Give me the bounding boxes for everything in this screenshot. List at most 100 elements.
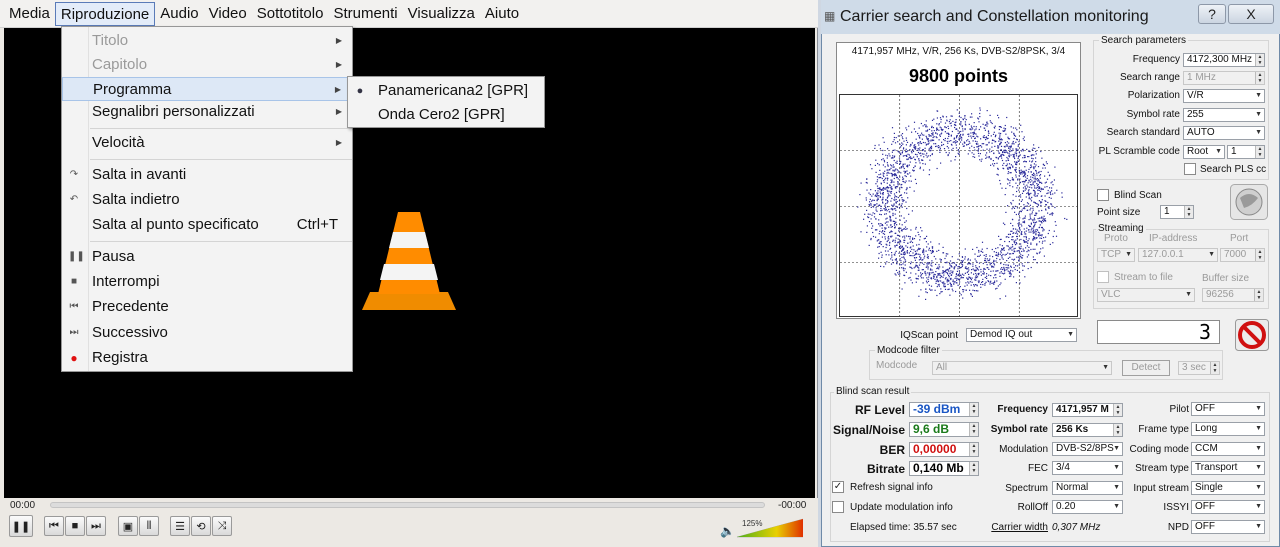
chevron-down-icon: ▼	[1125, 251, 1132, 258]
rolloff-label: RollOff	[1017, 502, 1048, 513]
frequency-input[interactable]: 4172,300 MHz ▲ ▼	[1183, 53, 1265, 67]
menu-item-segnalibri[interactable]: Segnalibri personalizzati ▶	[62, 100, 352, 124]
counter-display: 3	[1097, 320, 1220, 344]
issyi-select[interactable]: OFF ▼	[1191, 500, 1265, 514]
menu-sottotitolo[interactable]: Sottotitolo	[252, 2, 329, 26]
detect-seconds-input[interactable]: 3 sec ▲ ▼	[1178, 361, 1220, 375]
coding-mode-label: Coding mode	[1129, 444, 1189, 455]
frequency-label: Frequency	[1132, 54, 1180, 65]
refresh-signal-checkbox[interactable]: ✓	[832, 481, 844, 493]
jump-back-icon: ↶	[69, 194, 79, 205]
search-standard-select[interactable]: AUTO ▼	[1183, 126, 1265, 140]
buffer-size-label: Buffer size	[1202, 273, 1250, 284]
menu-item-registra[interactable]: ● Registra	[62, 346, 352, 370]
menu-item-programma[interactable]: Programma ▶	[62, 77, 352, 101]
vlc-select[interactable]: VLC ▼	[1097, 288, 1195, 302]
playlist-button[interactable]: ☰	[170, 516, 190, 536]
help-button[interactable]: ?	[1198, 4, 1226, 24]
update-modulation-checkbox[interactable]	[832, 501, 844, 513]
constellation-plot	[839, 94, 1078, 317]
previous-button[interactable]: ⏮	[44, 516, 64, 536]
menu-item-interrompi[interactable]: ■ Interrompi	[62, 270, 352, 294]
polarization-select[interactable]: V/R ▼	[1183, 89, 1265, 103]
extended-settings-button[interactable]: ⫴	[139, 516, 159, 536]
modcode-label: Modcode	[876, 360, 918, 371]
stop-scan-icon[interactable]	[1235, 319, 1269, 351]
modcode-select[interactable]: All ▼	[932, 361, 1112, 375]
seek-slider[interactable]	[50, 502, 765, 508]
stop-button[interactable]: ■	[65, 516, 85, 536]
stream-to-file-checkbox[interactable]	[1097, 271, 1109, 283]
chevron-down-icon: ▼	[1113, 445, 1120, 452]
input-stream-select[interactable]: Single ▼	[1191, 481, 1265, 495]
buffer-size-input[interactable]: 96256 ▲ ▼	[1202, 288, 1264, 302]
detect-button[interactable]: Detect	[1122, 360, 1170, 376]
chevron-down-icon: ▼	[1255, 92, 1262, 99]
pause-button[interactable]: ❚❚	[9, 515, 33, 537]
speaker-icon[interactable]: 🔈	[720, 524, 735, 538]
menu-audio[interactable]: Audio	[155, 2, 203, 26]
blind-scan-checkbox[interactable]	[1097, 189, 1109, 201]
pl-scramble-value[interactable]: 1 ▲ ▼	[1227, 145, 1265, 159]
iqscan-point-select[interactable]: Demod IQ out ▼	[966, 328, 1077, 342]
shuffle-button[interactable]: ⤨	[212, 516, 232, 536]
menu-item-capitolo[interactable]: Capitolo ▶	[62, 53, 352, 77]
next-icon: ⏭	[91, 519, 101, 532]
modulation-label: Modulation	[999, 444, 1048, 455]
previous-icon: ⏮	[49, 519, 59, 532]
search-standard-label: Search standard	[1106, 127, 1180, 138]
stream-type-select[interactable]: Transport ▼	[1191, 461, 1265, 475]
menu-aiuto[interactable]: Aiuto	[480, 2, 524, 26]
issyi-label: ISSYI	[1163, 502, 1189, 513]
update-modulation-label: Update modulation info	[850, 502, 953, 513]
search-pls-checkbox[interactable]	[1184, 163, 1196, 175]
pause-icon: ❚❚	[68, 251, 85, 262]
symbol-rate-select[interactable]: 255 ▼	[1183, 108, 1265, 122]
menu-video[interactable]: Video	[204, 2, 252, 26]
fullscreen-button[interactable]: ▣	[118, 516, 138, 536]
chevron-down-icon: ▼	[1255, 111, 1262, 118]
pilot-select[interactable]: OFF ▼	[1191, 402, 1265, 416]
menu-riproduzione[interactable]: Riproduzione	[54, 1, 156, 26]
modcode-filter-title: Modcode filter	[875, 345, 942, 356]
menu-item-precedente[interactable]: ⏮ Precedente	[62, 295, 352, 319]
menu-item-titolo[interactable]: Titolo ▶	[62, 29, 352, 53]
submenu-arrow-icon: ▶	[335, 107, 342, 116]
menu-item-successivo[interactable]: ⏭ Successivo	[62, 321, 352, 345]
menu-visualizza[interactable]: Visualizza	[403, 2, 480, 26]
loop-button[interactable]: ⟲	[191, 516, 211, 536]
stream-type-label: Stream type	[1135, 463, 1189, 474]
ip-label: IP-address	[1149, 233, 1198, 244]
globe-icon[interactable]	[1230, 184, 1268, 220]
spectrum-select[interactable]: Normal ▼	[1052, 481, 1123, 495]
menu-item-pausa[interactable]: ❚❚ Pausa	[62, 245, 352, 269]
menu-item-salta-punto[interactable]: Salta al punto specificato Ctrl+T	[62, 213, 352, 237]
coding-mode-select[interactable]: CCM ▼	[1191, 442, 1265, 456]
close-button[interactable]: X	[1228, 4, 1274, 24]
program-item-panamericana2[interactable]: ● Panamericana2 [GPR]	[348, 79, 544, 103]
program-item-onda-cero2[interactable]: Onda Cero2 [GPR]	[348, 103, 544, 127]
carrier-width-link[interactable]: Carrier width	[980, 522, 1048, 533]
fec-select[interactable]: 3/4 ▼	[1052, 461, 1123, 475]
ber-label: BER	[879, 443, 905, 457]
window-title: Carrier search and Constellation monitor…	[840, 8, 1149, 25]
menu-item-velocita[interactable]: Velocità ▶	[62, 131, 352, 155]
modulation-select[interactable]: DVB-S2/8PS ▼	[1052, 442, 1123, 456]
menu-item-salta-indietro[interactable]: ↶ Salta indietro	[62, 188, 352, 212]
point-size-input[interactable]: 1 ▲ ▼	[1160, 205, 1194, 219]
proto-select[interactable]: TCP ▼	[1097, 248, 1135, 262]
menu-strumenti[interactable]: Strumenti	[328, 2, 402, 26]
check-icon: ✓	[833, 481, 843, 492]
menu-media[interactable]: Media	[4, 2, 55, 26]
search-range-input[interactable]: 1 MHz ▲ ▼	[1183, 71, 1265, 85]
pl-scramble-mode-select[interactable]: Root ▼	[1183, 145, 1225, 159]
npd-select[interactable]: OFF ▼	[1191, 520, 1265, 534]
volume-slider[interactable]	[737, 518, 803, 538]
frame-type-select[interactable]: Long ▼	[1191, 422, 1265, 436]
menu-item-salta-avanti[interactable]: ↷ Salta in avanti	[62, 163, 352, 187]
chevron-down-icon: ▼	[1255, 484, 1262, 491]
rolloff-select[interactable]: 0.20 ▼	[1052, 500, 1123, 514]
port-input[interactable]: 7000 ▲ ▼	[1220, 248, 1265, 262]
next-button[interactable]: ⏭	[86, 516, 106, 536]
ip-select[interactable]: 127.0.0.1 ▼	[1138, 248, 1218, 262]
